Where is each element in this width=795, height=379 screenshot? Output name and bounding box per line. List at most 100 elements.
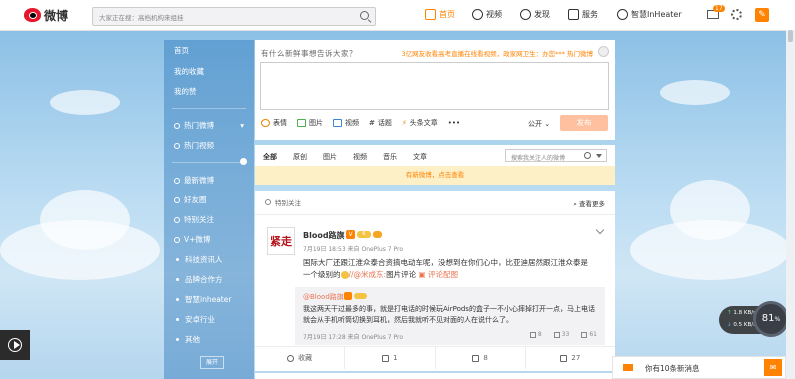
search-icon[interactable] bbox=[584, 152, 591, 159]
tab-music[interactable]: 音乐 bbox=[383, 152, 397, 162]
send-button[interactable]: 发布 bbox=[560, 115, 608, 131]
sidebar-item-friends[interactable]: 好友圈 bbox=[174, 194, 207, 205]
feed-search-input[interactable]: 搜索我关注人的微博 bbox=[505, 149, 607, 162]
article-button[interactable]: ⚡ 头条文章 bbox=[402, 118, 438, 128]
cpu-usage-gauge[interactable]: 81% bbox=[753, 301, 789, 337]
tab-video[interactable]: 视频 bbox=[353, 152, 367, 162]
fire-icon bbox=[174, 122, 180, 129]
search-placeholder: 大家正在搜：高档机构来组挂 bbox=[99, 14, 184, 22]
sidebar-item-vplus[interactable]: V+微博 bbox=[174, 234, 210, 245]
image-button[interactable]: 图片 bbox=[297, 118, 323, 128]
bullet-icon bbox=[176, 298, 179, 301]
image-comment-link[interactable]: ▣ 评论配图 bbox=[418, 270, 457, 279]
sidebar-item-label: 安卓行业 bbox=[185, 315, 215, 324]
verified-badge: V bbox=[346, 230, 355, 239]
sidebar-item-hot-video[interactable]: 热门视频 bbox=[174, 140, 214, 151]
repost-like-button[interactable]: 61 bbox=[581, 331, 597, 338]
new-posts-banner[interactable]: 有新微博，点击查看 bbox=[255, 166, 615, 185]
sidebar-expand-button[interactable]: 展开 bbox=[200, 356, 224, 369]
video-icon bbox=[472, 9, 483, 20]
video-icon bbox=[333, 119, 342, 127]
image-comment-label: 评论配图 bbox=[427, 270, 458, 279]
divider bbox=[255, 214, 615, 215]
repost-username[interactable]: @Blood路旗 bbox=[303, 292, 344, 302]
chevron-down-icon: ▾ bbox=[240, 121, 244, 130]
tool-label: 话题 bbox=[377, 119, 392, 127]
nav-service[interactable]: 服务 bbox=[568, 9, 598, 20]
nav-video[interactable]: 视频 bbox=[472, 9, 502, 20]
comment-button[interactable]: 8 bbox=[436, 347, 526, 369]
action-count: 1 bbox=[393, 354, 398, 362]
nav-home[interactable]: 首页 bbox=[425, 9, 455, 20]
like-button[interactable]: 27 bbox=[526, 347, 615, 369]
sidebar-divider bbox=[172, 162, 246, 163]
action-count: 8 bbox=[483, 354, 488, 362]
next-feed-card bbox=[255, 373, 615, 379]
reposted-content[interactable]: @Blood路旗 我这两天干过最多的事，就是打电话的时候玩AirPods的盒子一… bbox=[295, 287, 605, 345]
cloud-decoration bbox=[50, 90, 120, 115]
compose-hint: 有什么新鲜事想告诉大家？ bbox=[261, 49, 357, 58]
tab-all[interactable]: 全部 bbox=[263, 152, 277, 162]
avatar[interactable]: 紧走 bbox=[267, 227, 295, 255]
sidebar-item-group[interactable]: 智慧inheater bbox=[174, 294, 231, 305]
nav-profile-label: 智慧InHeater bbox=[631, 10, 682, 19]
chat-icon[interactable]: ✉ bbox=[764, 359, 782, 376]
sidebar-item-group[interactable]: 品牌合作方 bbox=[174, 274, 223, 285]
repost-button[interactable]: 1 bbox=[345, 347, 436, 369]
tab-articles[interactable]: 文章 bbox=[413, 152, 427, 162]
sidebar-item-group[interactable]: 安卓行业 bbox=[174, 314, 215, 325]
chevron-down-icon[interactable] bbox=[596, 154, 602, 158]
search-icon[interactable] bbox=[360, 11, 369, 20]
tab-original[interactable]: 原创 bbox=[293, 152, 307, 162]
visibility-select[interactable]: 公开 ⌄ bbox=[528, 119, 550, 129]
video-button[interactable]: 视频 bbox=[333, 118, 359, 128]
gear-icon[interactable] bbox=[731, 9, 742, 20]
see-more-label: 查看更多 bbox=[579, 200, 605, 208]
sidebar-item-group[interactable]: 科技资讯人 bbox=[174, 254, 223, 265]
sidebar-item-latest[interactable]: 最新微博 bbox=[174, 175, 214, 186]
feed-filter-card: 全部 原创 图片 视频 音乐 文章 搜索我关注人的微博 有新微博，点击查看 bbox=[255, 145, 615, 185]
sidebar-item-label: 最新微博 bbox=[184, 176, 214, 185]
scrollbar[interactable] bbox=[786, 30, 795, 379]
repost-meta[interactable]: 7月19日 17:28 来自 OnePlus 7 Pro bbox=[303, 332, 403, 341]
more-tools-button[interactable]: ••• bbox=[448, 119, 460, 127]
tool-label: 头条文章 bbox=[409, 119, 438, 127]
chevron-down-icon: ⌄ bbox=[544, 120, 551, 128]
cloud-decoration bbox=[670, 180, 750, 240]
repost-comment-button[interactable]: 33 bbox=[553, 331, 569, 338]
play-button[interactable] bbox=[0, 330, 30, 360]
feed-tabs: 全部 原创 图片 视频 音乐 文章 bbox=[263, 152, 427, 162]
tool-label: 视频 bbox=[345, 119, 359, 127]
sidebar-item-hot-weibo[interactable]: 热门微博 ▾ bbox=[174, 120, 244, 131]
emoji-button[interactable]: 表情 bbox=[261, 118, 287, 128]
search-input[interactable]: 大家正在搜：高档机构来组挂 bbox=[92, 7, 376, 26]
repost-share-button[interactable]: 8 bbox=[529, 331, 542, 338]
compose-textarea[interactable] bbox=[260, 62, 609, 110]
sidebar-item-label: 热门视频 bbox=[184, 141, 214, 150]
compose-button[interactable]: ✎ bbox=[755, 8, 769, 22]
weibo-logo[interactable]: 微博 bbox=[24, 6, 68, 24]
tab-images[interactable]: 图片 bbox=[323, 152, 337, 162]
star-icon bbox=[174, 216, 180, 223]
sidebar-item-group[interactable]: 其他 bbox=[174, 334, 200, 345]
message-notification-bar[interactable]: 你有10条新消息 ✉ bbox=[612, 356, 786, 379]
vplus-icon bbox=[174, 236, 180, 243]
mention-link[interactable]: //@米成东: bbox=[349, 270, 387, 279]
hot-topic-link[interactable]: 3亿网友收看高考直播在线看视频，政家网卫生：办您*** 热门微博 bbox=[402, 48, 593, 58]
see-more-link[interactable]: ⌕ 查看更多 bbox=[573, 198, 605, 209]
sidebar-item-special-follow[interactable]: 特别关注 bbox=[174, 214, 214, 225]
favorite-button[interactable]: 收藏 bbox=[255, 347, 346, 369]
post-action-bar: 收藏 1 8 27 bbox=[255, 347, 615, 369]
topic-button[interactable]: # 话题 bbox=[369, 118, 392, 128]
nav-profile[interactable]: 智慧InHeater bbox=[617, 9, 682, 20]
post-meta[interactable]: 7月19日 18:53 来自 OnePlus 7 Pro bbox=[303, 244, 403, 253]
sidebar-item-likes[interactable]: 我的赞 bbox=[174, 86, 197, 97]
comment-icon bbox=[553, 331, 560, 338]
sidebar-item-home[interactable]: 首页 bbox=[174, 45, 189, 56]
post-username[interactable]: Blood路旗 bbox=[303, 230, 345, 241]
chevron-down-icon[interactable] bbox=[595, 225, 605, 235]
nav-discover[interactable]: 发现 bbox=[520, 9, 550, 20]
scrollbar-thumb[interactable] bbox=[788, 30, 793, 42]
sidebar-item-favorites[interactable]: 我的收藏 bbox=[174, 66, 204, 77]
settings-dot-icon[interactable] bbox=[240, 158, 247, 165]
